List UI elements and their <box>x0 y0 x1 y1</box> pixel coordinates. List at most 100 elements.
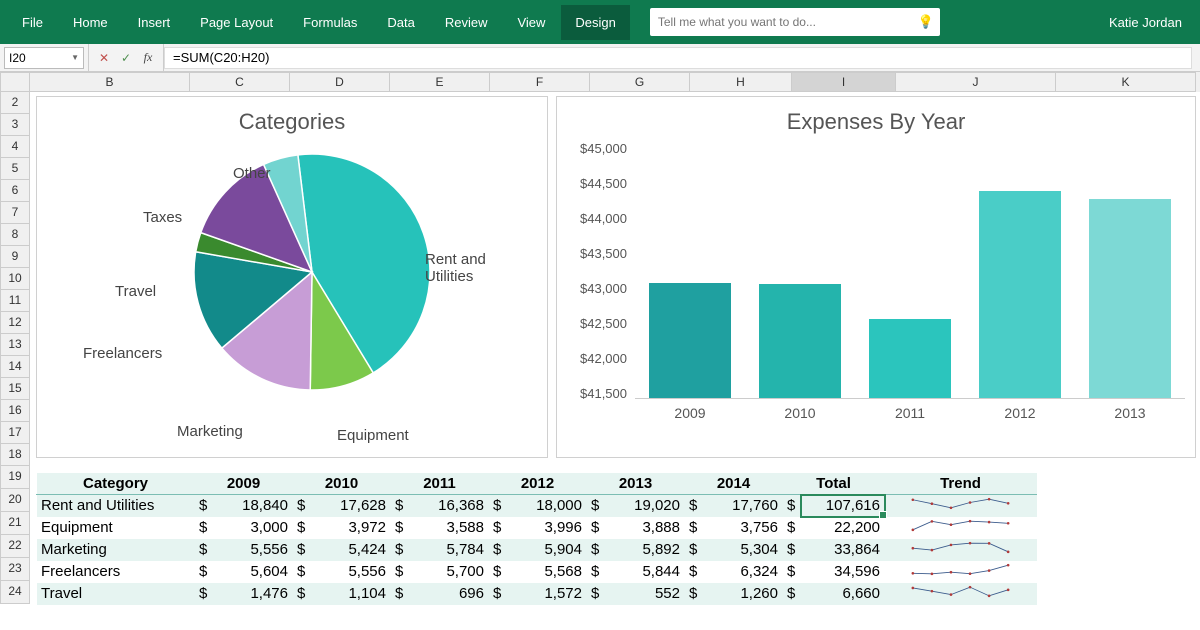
cell-value[interactable]: 18,000 <box>507 495 587 517</box>
col-header-C[interactable]: C <box>190 72 290 92</box>
cell-value[interactable]: 696 <box>409 583 489 605</box>
tellme-box[interactable]: 💡 <box>650 8 940 36</box>
row-header-16[interactable]: 16 <box>0 400 30 422</box>
cell-value[interactable]: 16,368 <box>409 495 489 517</box>
cell-total[interactable]: 34,596 <box>801 561 885 583</box>
cell-value[interactable]: 3,588 <box>409 517 489 539</box>
cell-value[interactable]: 1,260 <box>703 583 783 605</box>
ribbon-tab-formulas[interactable]: Formulas <box>289 5 371 40</box>
cell-value[interactable]: 1,104 <box>311 583 391 605</box>
ribbon-tab-design[interactable]: Design <box>561 5 629 40</box>
table-row[interactable]: Freelancers$5,604$5,556$5,700$5,568$5,84… <box>37 561 1037 583</box>
col-header-B[interactable]: B <box>30 72 190 92</box>
row-header-21[interactable]: 21 <box>0 512 30 535</box>
row-header-18[interactable]: 18 <box>0 444 30 466</box>
cell-value[interactable]: 17,760 <box>703 495 783 517</box>
col-header-2011[interactable]: 2011 <box>391 473 489 495</box>
ribbon-tab-file[interactable]: File <box>8 5 57 40</box>
cell-value[interactable]: 19,020 <box>605 495 685 517</box>
row-header-12[interactable]: 12 <box>0 312 30 334</box>
row-header-6[interactable]: 6 <box>0 180 30 202</box>
col-header-I[interactable]: I <box>792 72 896 92</box>
cell-value[interactable]: 5,604 <box>213 561 293 583</box>
cell-value[interactable]: 5,784 <box>409 539 489 561</box>
col-header-trend[interactable]: Trend <box>885 473 1037 495</box>
row-header-4[interactable]: 4 <box>0 136 30 158</box>
data-table[interactable]: Category200920102011201220132014TotalTre… <box>36 472 1037 605</box>
select-all-corner[interactable] <box>0 72 30 92</box>
row-header-14[interactable]: 14 <box>0 356 30 378</box>
table-row[interactable]: Travel$1,476$1,104$696$1,572$552$1,260$6… <box>37 583 1037 605</box>
row-header-11[interactable]: 11 <box>0 290 30 312</box>
row-header-9[interactable]: 9 <box>0 246 30 268</box>
col-header-2010[interactable]: 2010 <box>293 473 391 495</box>
tellme-input[interactable] <box>658 15 932 29</box>
cell-category[interactable]: Marketing <box>37 539 195 561</box>
ribbon-tab-insert[interactable]: Insert <box>124 5 185 40</box>
row-header-3[interactable]: 3 <box>0 114 30 136</box>
row-header-19[interactable]: 19 <box>0 466 30 489</box>
ribbon-tab-data[interactable]: Data <box>373 5 428 40</box>
cell-category[interactable]: Rent and Utilities <box>37 495 195 517</box>
cell-total[interactable]: 33,864 <box>801 539 885 561</box>
cell-value[interactable]: 6,324 <box>703 561 783 583</box>
cell-total[interactable]: 6,660 <box>801 583 885 605</box>
cell-value[interactable]: 5,844 <box>605 561 685 583</box>
row-header-7[interactable]: 7 <box>0 202 30 224</box>
col-header-H[interactable]: H <box>690 72 792 92</box>
col-header-2009[interactable]: 2009 <box>195 473 293 495</box>
cell-value[interactable]: 5,904 <box>507 539 587 561</box>
row-header-22[interactable]: 22 <box>0 535 30 558</box>
table-row[interactable]: Equipment$3,000$3,972$3,588$3,996$3,888$… <box>37 517 1037 539</box>
col-header-2012[interactable]: 2012 <box>489 473 587 495</box>
cancel-icon[interactable]: ✕ <box>95 51 113 65</box>
table-row[interactable]: Rent and Utilities$18,840$17,628$16,368$… <box>37 495 1037 517</box>
row-header-2[interactable]: 2 <box>0 92 30 114</box>
formula-input[interactable] <box>164 47 1192 69</box>
col-header-J[interactable]: J <box>896 72 1056 92</box>
cell-value[interactable]: 5,304 <box>703 539 783 561</box>
cell-category[interactable]: Freelancers <box>37 561 195 583</box>
cell-category[interactable]: Equipment <box>37 517 195 539</box>
ribbon-tab-view[interactable]: View <box>503 5 559 40</box>
col-header-category[interactable]: Category <box>37 473 195 495</box>
chart-expenses-bar[interactable]: Expenses By Year $45,000$44,500$44,000$4… <box>556 96 1196 458</box>
cell-value[interactable]: 17,628 <box>311 495 391 517</box>
cell-value[interactable]: 3,000 <box>213 517 293 539</box>
cell-value[interactable]: 5,556 <box>311 561 391 583</box>
col-header-2013[interactable]: 2013 <box>587 473 685 495</box>
cell-value[interactable]: 1,572 <box>507 583 587 605</box>
name-box[interactable]: I20 ▼ <box>4 47 84 69</box>
row-header-5[interactable]: 5 <box>0 158 30 180</box>
cell-total[interactable]: 22,200 <box>801 517 885 539</box>
col-header-E[interactable]: E <box>390 72 490 92</box>
cell-value[interactable]: 3,972 <box>311 517 391 539</box>
col-header-K[interactable]: K <box>1056 72 1196 92</box>
cell-value[interactable]: 5,700 <box>409 561 489 583</box>
cell-value[interactable]: 3,888 <box>605 517 685 539</box>
row-header-24[interactable]: 24 <box>0 581 30 604</box>
row-header-13[interactable]: 13 <box>0 334 30 356</box>
col-header-F[interactable]: F <box>490 72 590 92</box>
cell-value[interactable]: 5,892 <box>605 539 685 561</box>
cell-value[interactable]: 5,424 <box>311 539 391 561</box>
chart-categories-pie[interactable]: Categories Rent andUtilitiesEquipmentMar… <box>36 96 548 458</box>
ribbon-tab-home[interactable]: Home <box>59 5 122 40</box>
cell-total[interactable]: 107,616 <box>801 495 885 517</box>
ribbon-tab-review[interactable]: Review <box>431 5 502 40</box>
ribbon-tab-page-layout[interactable]: Page Layout <box>186 5 287 40</box>
row-header-15[interactable]: 15 <box>0 378 30 400</box>
chevron-down-icon[interactable]: ▼ <box>71 53 79 62</box>
cell-value[interactable]: 5,556 <box>213 539 293 561</box>
row-header-23[interactable]: 23 <box>0 558 30 581</box>
cell-value[interactable]: 5,568 <box>507 561 587 583</box>
cell-value[interactable]: 3,996 <box>507 517 587 539</box>
row-header-10[interactable]: 10 <box>0 268 30 290</box>
cell-category[interactable]: Travel <box>37 583 195 605</box>
col-header-D[interactable]: D <box>290 72 390 92</box>
cell-value[interactable]: 1,476 <box>213 583 293 605</box>
cell-value[interactable]: 18,840 <box>213 495 293 517</box>
row-header-20[interactable]: 20 <box>0 489 30 512</box>
fx-icon[interactable]: fx <box>139 50 157 65</box>
cell-value[interactable]: 3,756 <box>703 517 783 539</box>
